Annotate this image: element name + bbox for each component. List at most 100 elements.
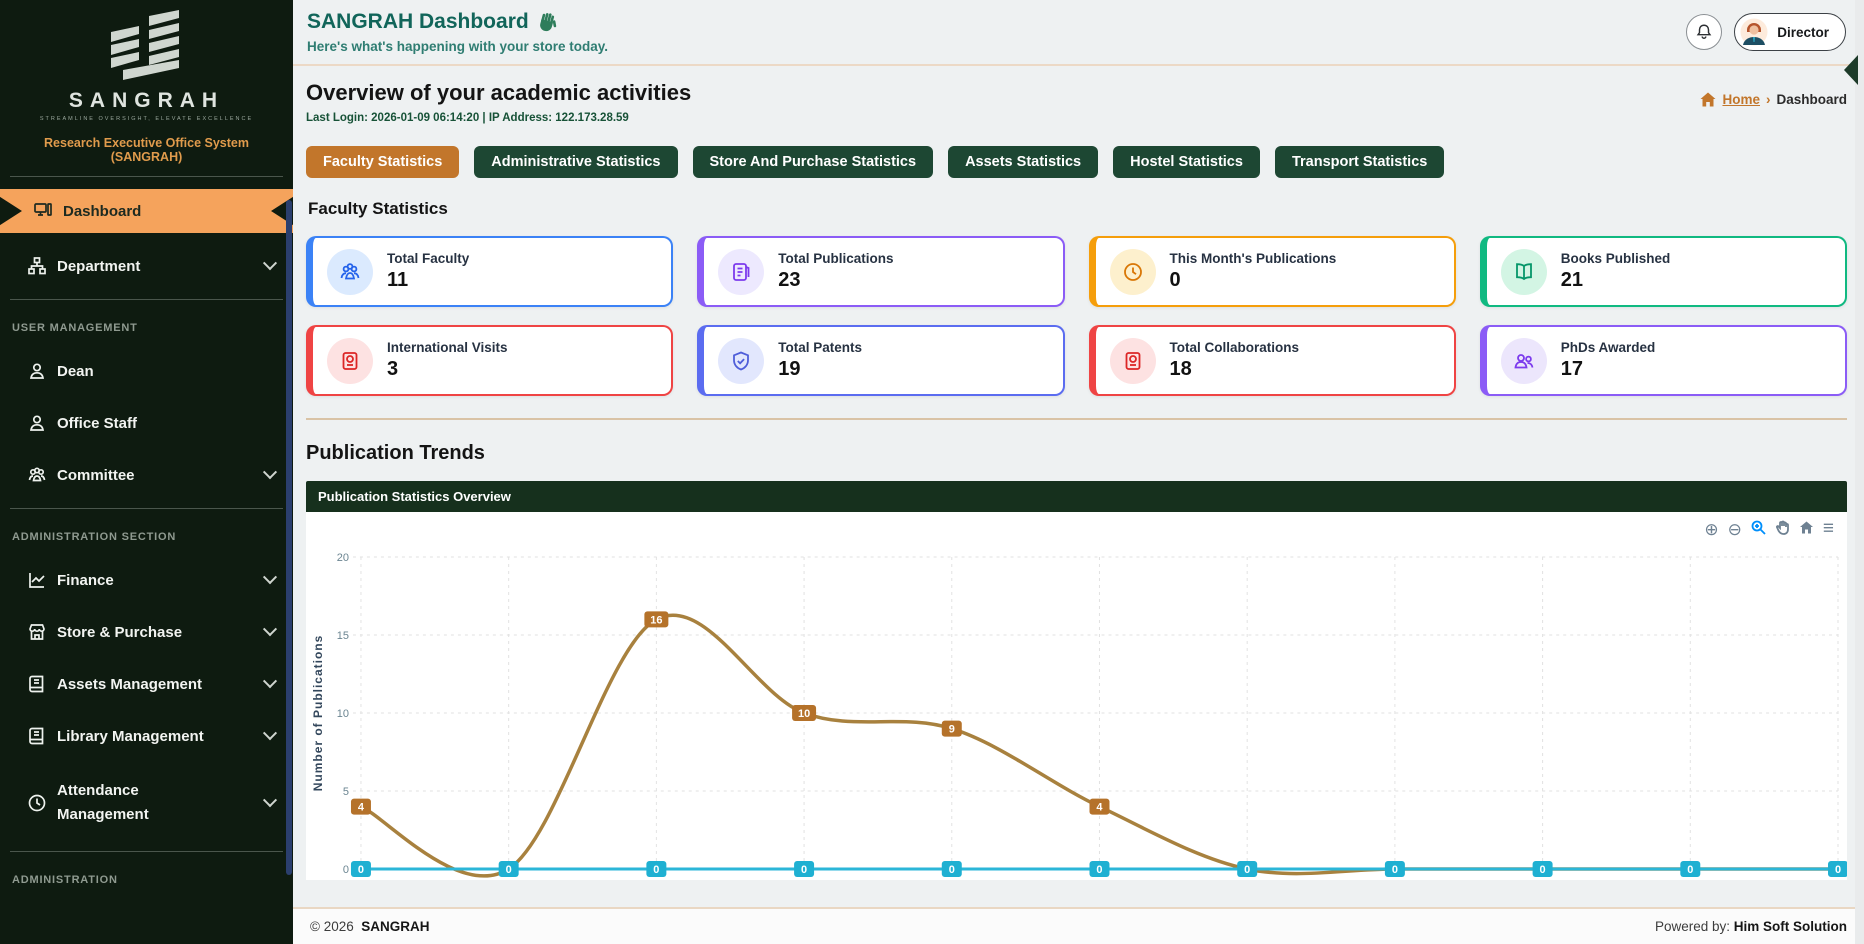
sidebar-item-dean[interactable]: Dean bbox=[0, 352, 293, 390]
section-label-administration: ADMINISTRATION bbox=[0, 870, 293, 890]
stat-value: 21 bbox=[1561, 269, 1671, 292]
publication-chart[interactable]: 05101520Number of Publications4161094000… bbox=[306, 512, 1847, 880]
selection-zoom-icon[interactable] bbox=[1751, 520, 1766, 538]
stat-card-international-visits[interactable]: International Visits 3 bbox=[306, 325, 673, 396]
page-title: Overview of your academic activities bbox=[306, 80, 691, 106]
zoom-out-icon[interactable]: ⊖ bbox=[1728, 521, 1742, 538]
sidebar-item-committee[interactable]: Committee bbox=[0, 456, 293, 494]
footer-copyright: © 2026 SANGRAH bbox=[310, 919, 430, 934]
section-label-administration-section: ADMINISTRATION SECTION bbox=[0, 527, 293, 547]
stat-label: Total Faculty bbox=[387, 251, 469, 266]
breadcrumb-current: Dashboard bbox=[1776, 92, 1847, 107]
stat-value: 11 bbox=[387, 269, 469, 292]
store-icon bbox=[28, 623, 46, 641]
tab-administrative-statistics[interactable]: Administrative Statistics bbox=[474, 146, 677, 178]
notifications-button[interactable] bbox=[1686, 14, 1722, 50]
stats-section-heading: Faculty Statistics bbox=[308, 199, 1847, 219]
stat-card-total-patents[interactable]: Total Patents 19 bbox=[697, 325, 1064, 396]
tab-assets-statistics[interactable]: Assets Statistics bbox=[948, 146, 1098, 178]
svg-text:0: 0 bbox=[343, 864, 349, 876]
stat-value: 19 bbox=[778, 358, 862, 381]
profile-button[interactable]: Director bbox=[1734, 13, 1846, 51]
stat-card-total-collaborations[interactable]: Total Collaborations 18 bbox=[1089, 325, 1456, 396]
chart-menu-icon[interactable]: ≡ bbox=[1823, 518, 1833, 540]
stat-card-total-publications[interactable]: Total Publications 23 bbox=[697, 236, 1064, 307]
main-area: SANGRAH Dashboard Here's what's happenin… bbox=[293, 0, 1864, 944]
sidebar-item-finance[interactable]: Finance bbox=[0, 561, 293, 599]
svg-text:9: 9 bbox=[949, 724, 955, 736]
sidebar-item-label: Committee bbox=[57, 467, 135, 484]
stat-label: Total Publications bbox=[778, 251, 893, 266]
chevron-down-icon bbox=[263, 793, 277, 807]
svg-text:0: 0 bbox=[1687, 864, 1693, 876]
book-icon bbox=[28, 675, 46, 693]
svg-text:0: 0 bbox=[801, 864, 807, 876]
divider bbox=[10, 176, 283, 177]
sidebar-item-assets-management[interactable]: Assets Management bbox=[0, 665, 293, 703]
svg-text:15: 15 bbox=[337, 630, 349, 642]
home-icon bbox=[1700, 92, 1716, 107]
chevron-down-icon bbox=[263, 570, 277, 584]
dashboard-title-row: SANGRAH Dashboard bbox=[307, 10, 608, 34]
home-reset-icon[interactable] bbox=[1799, 520, 1814, 538]
topbar-actions: Director bbox=[1686, 13, 1846, 51]
stat-card-phds-awarded[interactable]: PhDs Awarded 17 bbox=[1480, 325, 1847, 396]
divider bbox=[10, 299, 283, 300]
passport-icon bbox=[327, 338, 373, 384]
chevron-down-icon bbox=[263, 726, 277, 740]
tab-store-and-purchase-statistics[interactable]: Store And Purchase Statistics bbox=[693, 146, 934, 178]
breadcrumb-home-link[interactable]: Home bbox=[1722, 92, 1760, 107]
statistics-tabs: Faculty Statistics Administrative Statis… bbox=[306, 146, 1847, 178]
svg-text:4: 4 bbox=[1096, 802, 1103, 814]
topbar-title: SANGRAH Dashboard bbox=[307, 10, 529, 34]
document-icon bbox=[718, 249, 764, 295]
stat-card-this-months-publications[interactable]: This Month's Publications 0 bbox=[1089, 236, 1456, 307]
stat-value: 18 bbox=[1170, 358, 1300, 381]
svg-text:Number of Publications: Number of Publications bbox=[311, 635, 325, 792]
stat-card-total-faculty[interactable]: Total Faculty 11 bbox=[306, 236, 673, 307]
sidebar-scrollbar[interactable] bbox=[286, 200, 292, 875]
breadcrumb-separator: › bbox=[1766, 92, 1771, 107]
sidebar-item-store-purchase[interactable]: Store & Purchase bbox=[0, 613, 293, 651]
profile-label: Director bbox=[1777, 25, 1829, 40]
passport-icon bbox=[1110, 338, 1156, 384]
sidebar-item-attendance-management[interactable]: Attendance Management bbox=[0, 769, 293, 837]
sidebar-item-label: Dean bbox=[57, 363, 94, 380]
users-icon bbox=[327, 249, 373, 295]
zoom-in-icon[interactable]: ⊕ bbox=[1704, 521, 1718, 538]
sidebar-item-office-staff[interactable]: Office Staff bbox=[0, 404, 293, 442]
sidebar-item-library-management[interactable]: Library Management bbox=[0, 717, 293, 755]
stat-value: 17 bbox=[1561, 358, 1656, 381]
svg-text:0: 0 bbox=[1540, 864, 1546, 876]
svg-text:5: 5 bbox=[343, 786, 349, 798]
stat-label: Total Collaborations bbox=[1170, 340, 1300, 355]
chart-panel-title: Publication Statistics Overview bbox=[306, 481, 1847, 512]
stat-card-books-published[interactable]: Books Published 21 bbox=[1480, 236, 1847, 307]
sidebar-item-department[interactable]: Department bbox=[0, 247, 293, 285]
sidebar: SANGRAH STREAMLINE OVERSIGHT, ELEVATE EX… bbox=[0, 0, 293, 944]
page-scrollbar[interactable] bbox=[1855, 0, 1864, 944]
open-book-icon bbox=[1501, 249, 1547, 295]
sidebar-item-label: Finance bbox=[57, 572, 114, 589]
divider bbox=[10, 508, 283, 509]
avatar bbox=[1740, 18, 1768, 46]
settings-drawer-toggle[interactable] bbox=[1844, 55, 1858, 85]
chart-toolbar: ⊕ ⊖ ≡ bbox=[1704, 518, 1833, 540]
sidebar-item-label: Attendance Management bbox=[57, 779, 207, 827]
buildings-logo-icon bbox=[87, 10, 207, 82]
clock-icon bbox=[28, 794, 46, 812]
breadcrumb: Home › Dashboard bbox=[1700, 92, 1847, 107]
tab-hostel-statistics[interactable]: Hostel Statistics bbox=[1113, 146, 1260, 178]
svg-text:16: 16 bbox=[650, 614, 662, 626]
users-icon bbox=[28, 466, 46, 484]
tab-transport-statistics[interactable]: Transport Statistics bbox=[1275, 146, 1444, 178]
tab-faculty-statistics[interactable]: Faculty Statistics bbox=[306, 146, 459, 178]
stat-value: 23 bbox=[778, 269, 893, 292]
last-login-info: Last Login: 2026-01-09 06:14:20 | IP Add… bbox=[306, 112, 691, 124]
system-name: Research Executive Office System (SANGRA… bbox=[0, 136, 293, 164]
stat-label: Books Published bbox=[1561, 251, 1671, 266]
book-icon bbox=[28, 727, 46, 745]
pan-icon[interactable] bbox=[1775, 520, 1790, 538]
stat-value: 0 bbox=[1170, 269, 1337, 292]
sidebar-item-dashboard[interactable]: Dashboard bbox=[0, 189, 293, 233]
